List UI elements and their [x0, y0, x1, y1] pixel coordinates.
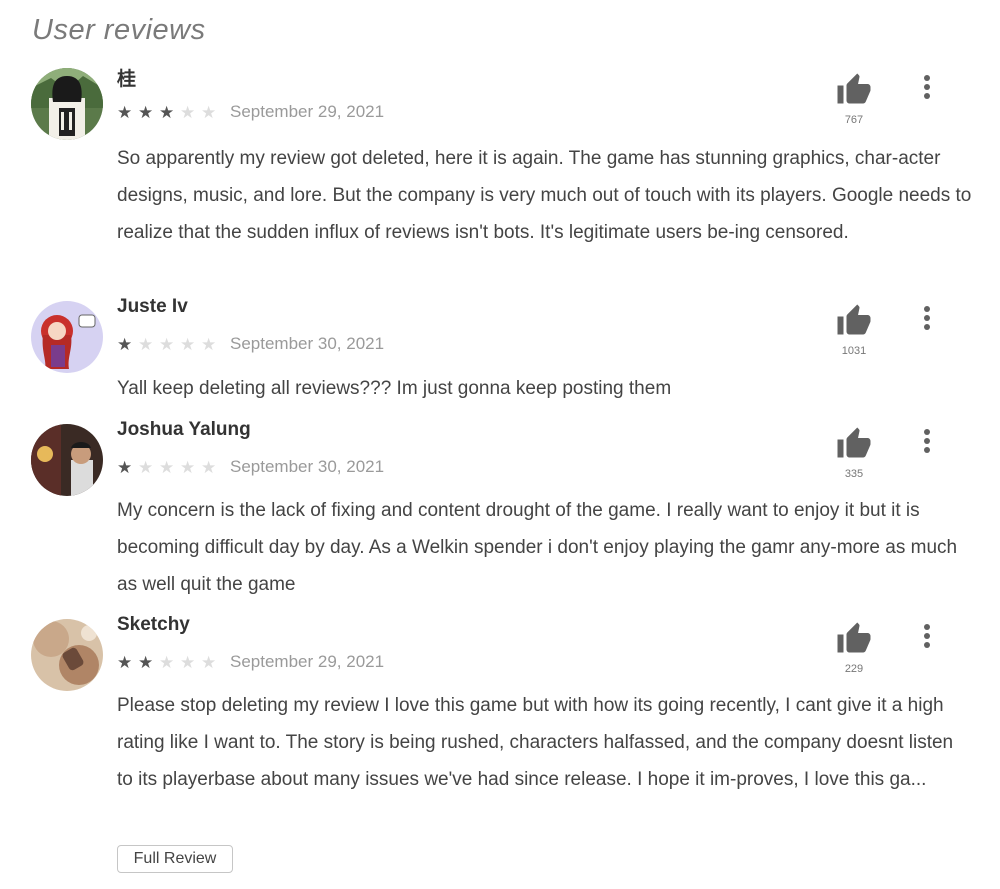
helpful-count: 767 — [844, 114, 864, 126]
star-empty-icon: ★ — [159, 652, 175, 672]
star-empty-icon: ★ — [180, 652, 196, 672]
more-vertical-icon — [917, 306, 937, 330]
avatar[interactable] — [31, 424, 103, 496]
review-date: September 30, 2021 — [230, 334, 385, 353]
thumbs-up-icon — [837, 622, 871, 653]
review-date: September 29, 2021 — [230, 102, 385, 121]
helpful-button[interactable]: 767 — [834, 72, 874, 126]
review-date: September 30, 2021 — [230, 457, 385, 476]
star-empty-icon: ★ — [138, 457, 154, 477]
star-empty-icon: ★ — [159, 334, 175, 354]
star-filled-icon: ★ — [138, 102, 154, 122]
avatar[interactable] — [31, 301, 103, 373]
review-rating-row: ★ ★ ★ ★ ★ September 29, 2021 — [117, 102, 384, 122]
star-filled-icon: ★ — [117, 102, 133, 122]
review-author: Sketchy — [117, 614, 190, 635]
star-empty-icon: ★ — [159, 457, 175, 477]
review-menu-button[interactable] — [917, 429, 937, 456]
star-rating: ★ ★ ★ ★ ★ — [117, 459, 222, 476]
star-filled-icon: ★ — [138, 652, 154, 672]
star-filled-icon: ★ — [159, 102, 175, 122]
star-empty-icon: ★ — [180, 102, 196, 122]
review-author: Joshua Yalung — [117, 419, 251, 440]
star-filled-icon: ★ — [117, 457, 133, 477]
helpful-button[interactable]: 335 — [834, 426, 874, 480]
star-empty-icon: ★ — [201, 102, 217, 122]
section-title: User reviews — [32, 14, 206, 46]
more-vertical-icon — [917, 75, 937, 99]
review-rating-row: ★ ★ ★ ★ ★ September 30, 2021 — [117, 334, 384, 354]
review-menu-button[interactable] — [917, 624, 937, 651]
star-rating: ★ ★ ★ ★ ★ — [117, 336, 222, 353]
avatar[interactable] — [31, 619, 103, 691]
review-rating-row: ★ ★ ★ ★ ★ September 29, 2021 — [117, 652, 384, 672]
review-menu-button[interactable] — [917, 306, 937, 333]
helpful-button[interactable]: 1031 — [834, 303, 874, 357]
review-rating-row: ★ ★ ★ ★ ★ September 30, 2021 — [117, 457, 384, 477]
more-vertical-icon — [917, 624, 937, 648]
helpful-button[interactable]: 229 — [834, 621, 874, 675]
star-filled-icon: ★ — [117, 334, 133, 354]
helpful-count: 335 — [844, 468, 864, 480]
star-empty-icon: ★ — [201, 457, 217, 477]
star-empty-icon: ★ — [180, 334, 196, 354]
thumbs-up-icon — [837, 73, 871, 104]
thumbs-up-icon — [837, 304, 871, 335]
review-text: Please stop deleting my review I love th… — [117, 695, 954, 790]
full-review-button[interactable]: Full Review — [117, 845, 233, 873]
review-menu-button[interactable] — [917, 75, 937, 102]
review-date: September 29, 2021 — [230, 652, 385, 671]
star-empty-icon: ★ — [180, 457, 196, 477]
star-empty-icon: ★ — [138, 334, 154, 354]
thumbs-up-icon — [837, 427, 871, 458]
avatar[interactable] — [31, 68, 103, 140]
star-filled-icon: ★ — [117, 652, 133, 672]
review-text: So apparently my review got deleted, her… — [117, 148, 972, 243]
review-text: My concern is the lack of fixing and con… — [117, 500, 958, 595]
star-rating: ★ ★ ★ ★ ★ — [117, 104, 222, 121]
more-vertical-icon — [917, 429, 937, 453]
review-text: Yall keep deleting all reviews??? Im jus… — [117, 378, 672, 399]
star-empty-icon: ★ — [201, 334, 217, 354]
helpful-count: 1031 — [841, 345, 867, 357]
review-author: Juste Iv — [117, 296, 188, 317]
helpful-count: 229 — [844, 663, 864, 675]
star-empty-icon: ★ — [201, 652, 217, 672]
star-rating: ★ ★ ★ ★ ★ — [117, 654, 222, 671]
review-author: 桂 — [117, 69, 137, 90]
